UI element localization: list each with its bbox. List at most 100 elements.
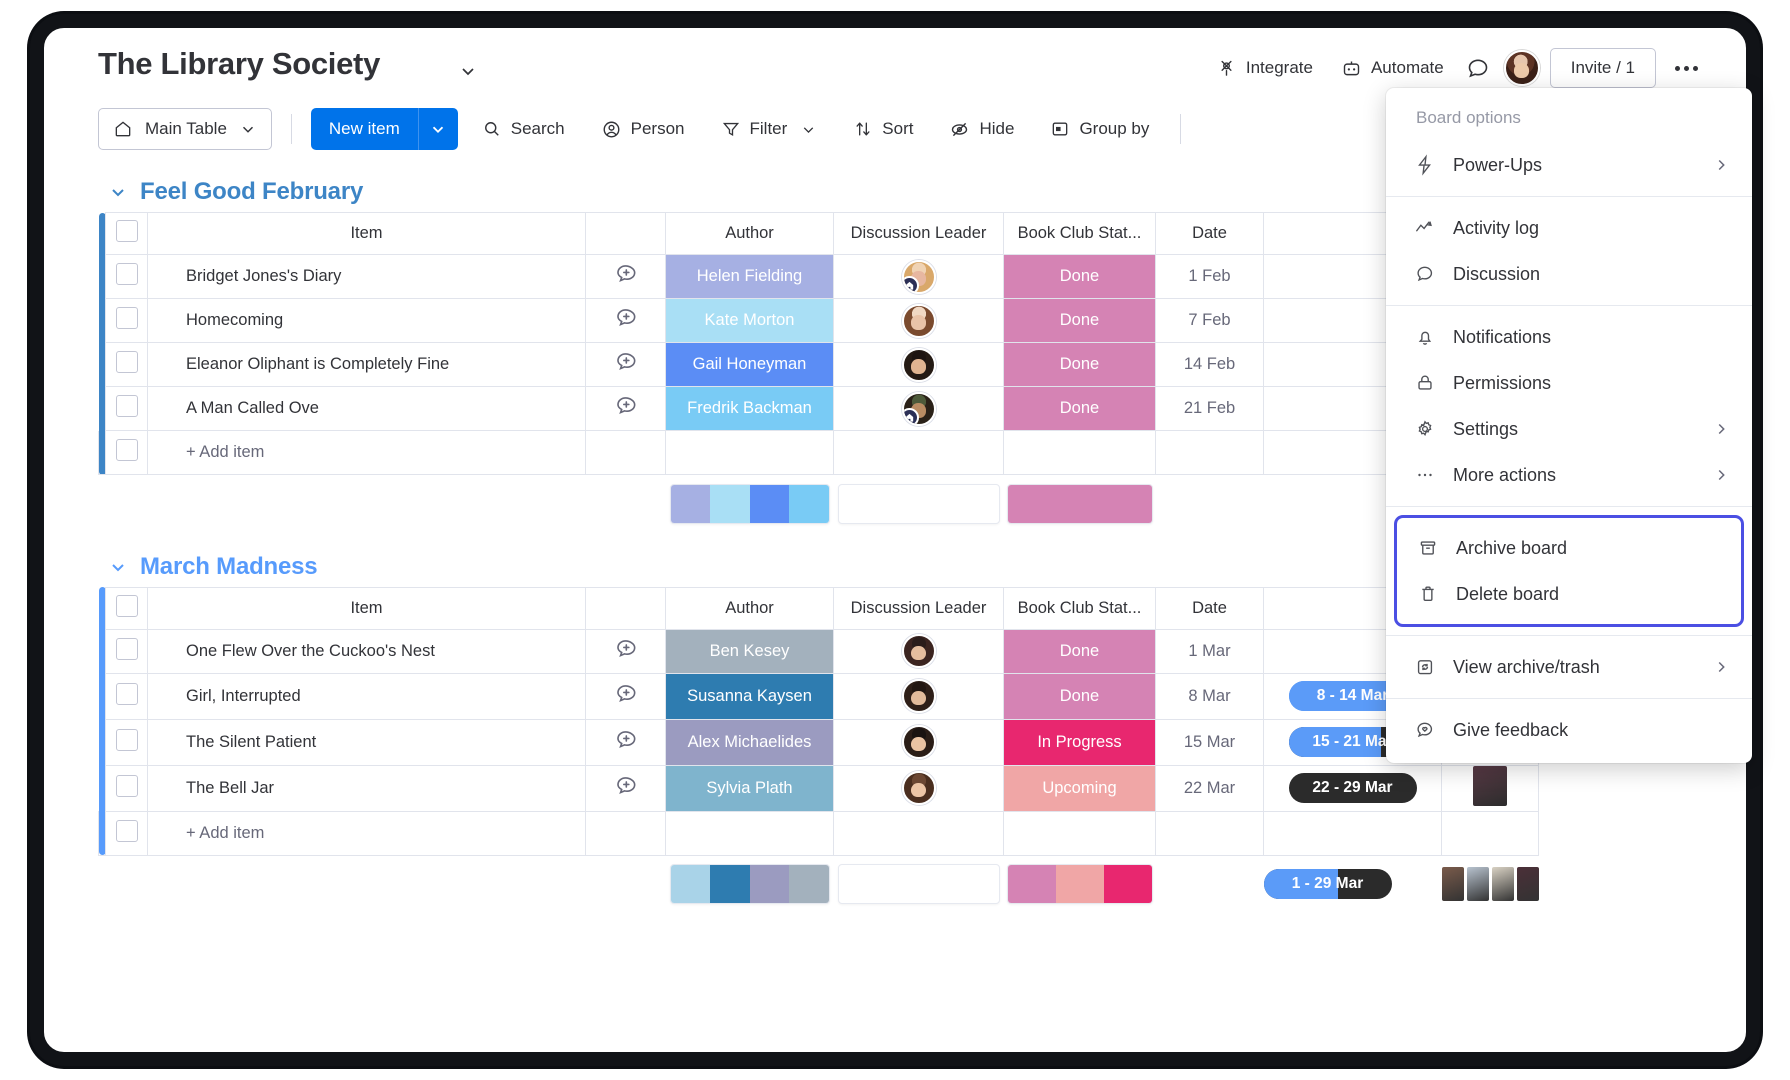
row-checkbox[interactable] [115, 682, 138, 705]
add-update-icon[interactable] [613, 681, 639, 707]
summary-timeline[interactable]: 1 - 29 Mar [1263, 855, 1442, 913]
automate-button[interactable]: Automate [1327, 52, 1458, 85]
add-update-icon[interactable] [613, 636, 639, 662]
cell-updates[interactable] [585, 628, 666, 674]
summary-covers[interactable] [1441, 855, 1539, 913]
cell-discussion-leader[interactable] [833, 672, 1004, 720]
menu-item-activity-log[interactable]: Activity log [1386, 205, 1752, 251]
summary-leader[interactable] [834, 475, 1004, 533]
summary-timeline-pill[interactable]: 1 - 29 Mar [1263, 869, 1392, 900]
row-checkbox[interactable] [115, 728, 138, 751]
cell-date[interactable]: 21 Feb [1155, 386, 1264, 431]
menu-item-give-feedback[interactable]: Give feedback [1386, 707, 1752, 753]
select-all-checkbox[interactable] [115, 220, 138, 242]
cell-item[interactable]: Girl, Interrupted [147, 672, 586, 720]
column-header-date[interactable]: Date [1155, 586, 1264, 630]
table-row[interactable]: The Bell Jar Sylvia Plath Upcoming 22 Mar 22… [98, 764, 1539, 812]
cell-item[interactable]: Homecoming [147, 298, 586, 343]
status-badge[interactable]: In Progress [1003, 718, 1156, 766]
cell-updates[interactable] [585, 254, 666, 299]
summary-date[interactable] [1156, 475, 1264, 533]
table-row[interactable]: Eleanor Oliphant is Completely Fine Gail … [98, 342, 1538, 387]
menu-item-discussion[interactable]: Discussion [1386, 251, 1752, 297]
cell-author[interactable]: Helen Fielding [665, 254, 834, 299]
toolbar-item-filter[interactable]: Filter [709, 109, 830, 149]
add-item-row[interactable]: + Add item [98, 430, 1538, 475]
toolbar-item-search[interactable]: Search [470, 109, 577, 149]
more-options-icon[interactable] [1666, 49, 1706, 87]
summary-date[interactable] [1156, 855, 1264, 913]
avatar[interactable] [1503, 50, 1540, 86]
timeline-pill[interactable]: 22 - 29 Mar [1288, 773, 1417, 803]
cell-date[interactable]: 15 Mar [1155, 718, 1264, 766]
add-update-icon[interactable] [613, 305, 639, 331]
cell-author[interactable]: Kate Morton [665, 298, 834, 343]
row-checkbox[interactable] [115, 307, 138, 329]
summary-leader[interactable] [834, 855, 1004, 913]
select-all-checkbox[interactable] [115, 594, 138, 617]
column-header-item[interactable]: Item [147, 212, 586, 255]
summary-author-distribution[interactable] [666, 855, 834, 913]
cell-updates[interactable] [585, 298, 666, 343]
cell-updates[interactable] [585, 672, 666, 720]
cell-author[interactable]: Gail Honeyman [665, 342, 834, 387]
menu-item-archive-board[interactable]: Archive board [1397, 525, 1741, 571]
row-checkbox[interactable] [115, 637, 138, 660]
table-row[interactable]: Homecoming Kate Morton Done 7 Feb [98, 298, 1538, 343]
cell-author[interactable]: Susanna Kaysen [665, 672, 834, 720]
add-item-button[interactable]: + Add item [147, 811, 586, 856]
status-badge[interactable]: Done [1003, 342, 1156, 387]
chevron-down-icon[interactable] [108, 182, 128, 202]
board-title-chevron-down-icon[interactable] [458, 61, 478, 81]
row-checkbox[interactable] [115, 774, 138, 797]
cell-discussion-leader[interactable] [833, 628, 1004, 674]
cell-author[interactable]: Fredrik Backman [665, 386, 834, 431]
cell-item[interactable]: Eleanor Oliphant is Completely Fine [147, 342, 586, 387]
cell-discussion-leader[interactable] [833, 254, 1004, 299]
table-row[interactable]: Girl, Interrupted Susanna Kaysen Done 8 Mar… [98, 672, 1539, 720]
status-badge[interactable]: Done [1003, 254, 1156, 299]
new-item-button[interactable]: New item [310, 108, 458, 150]
column-header-date[interactable]: Date [1155, 212, 1264, 255]
table-row[interactable]: One Flew Over the Cuckoo's Nest Ben Kesey… [98, 628, 1539, 674]
cell-item[interactable]: A Man Called Ove [147, 386, 586, 431]
cell-item[interactable]: One Flew Over the Cuckoo's Nest [147, 628, 586, 674]
summary-author-distribution[interactable] [666, 475, 834, 533]
invite-button[interactable]: Invite / 1 [1549, 48, 1656, 88]
cell-date[interactable]: 14 Feb [1155, 342, 1264, 387]
status-badge[interactable]: Upcoming [1003, 764, 1156, 812]
comment-icon[interactable] [1458, 48, 1498, 88]
cell-discussion-leader[interactable] [833, 718, 1004, 766]
cell-author[interactable]: Sylvia Plath [665, 764, 834, 812]
menu-item-notifications[interactable]: Notifications [1386, 314, 1752, 360]
column-header-author[interactable]: Author [665, 212, 834, 255]
summary-status-distribution[interactable] [1004, 855, 1156, 913]
table-row[interactable]: A Man Called Ove Fredrik Backman Done 21 Fe… [98, 386, 1538, 431]
menu-item-delete-board[interactable]: Delete board [1397, 571, 1741, 617]
chevron-down-icon[interactable] [108, 557, 128, 577]
add-update-icon[interactable] [613, 727, 639, 753]
toolbar-item-hide[interactable]: Hide [937, 109, 1026, 149]
table-row[interactable]: The Silent Patient Alex Michaelides In Pro… [98, 718, 1539, 766]
cell-discussion-leader[interactable] [833, 298, 1004, 343]
cell-item[interactable]: The Silent Patient [147, 718, 586, 766]
cell-item[interactable]: Bridget Jones's Diary [147, 254, 586, 299]
toolbar-item-group-by[interactable]: Group by [1038, 109, 1161, 149]
cell-updates[interactable] [585, 386, 666, 431]
cell-date[interactable]: 1 Mar [1155, 628, 1264, 674]
cell-timeline[interactable]: 22 - 29 Mar [1263, 764, 1442, 812]
status-badge[interactable]: Done [1003, 298, 1156, 343]
status-badge[interactable]: Done [1003, 386, 1156, 431]
integrate-button[interactable]: Integrate [1202, 52, 1327, 85]
menu-item-view-archive-trash[interactable]: View archive/trash [1386, 644, 1752, 690]
cell-date[interactable]: 1 Feb [1155, 254, 1264, 299]
add-update-icon[interactable] [613, 349, 639, 375]
cell-updates[interactable] [585, 342, 666, 387]
add-item-checkbox[interactable] [115, 439, 138, 461]
cell-author[interactable]: Ben Kesey [665, 628, 834, 674]
add-item-row[interactable]: + Add item [98, 811, 1539, 856]
summary-status-distribution[interactable] [1004, 475, 1156, 533]
add-update-icon[interactable] [613, 393, 639, 419]
menu-item-settings[interactable]: Settings [1386, 406, 1752, 452]
table-row[interactable]: Bridget Jones's Diary Helen Fielding Done 1… [98, 254, 1538, 299]
